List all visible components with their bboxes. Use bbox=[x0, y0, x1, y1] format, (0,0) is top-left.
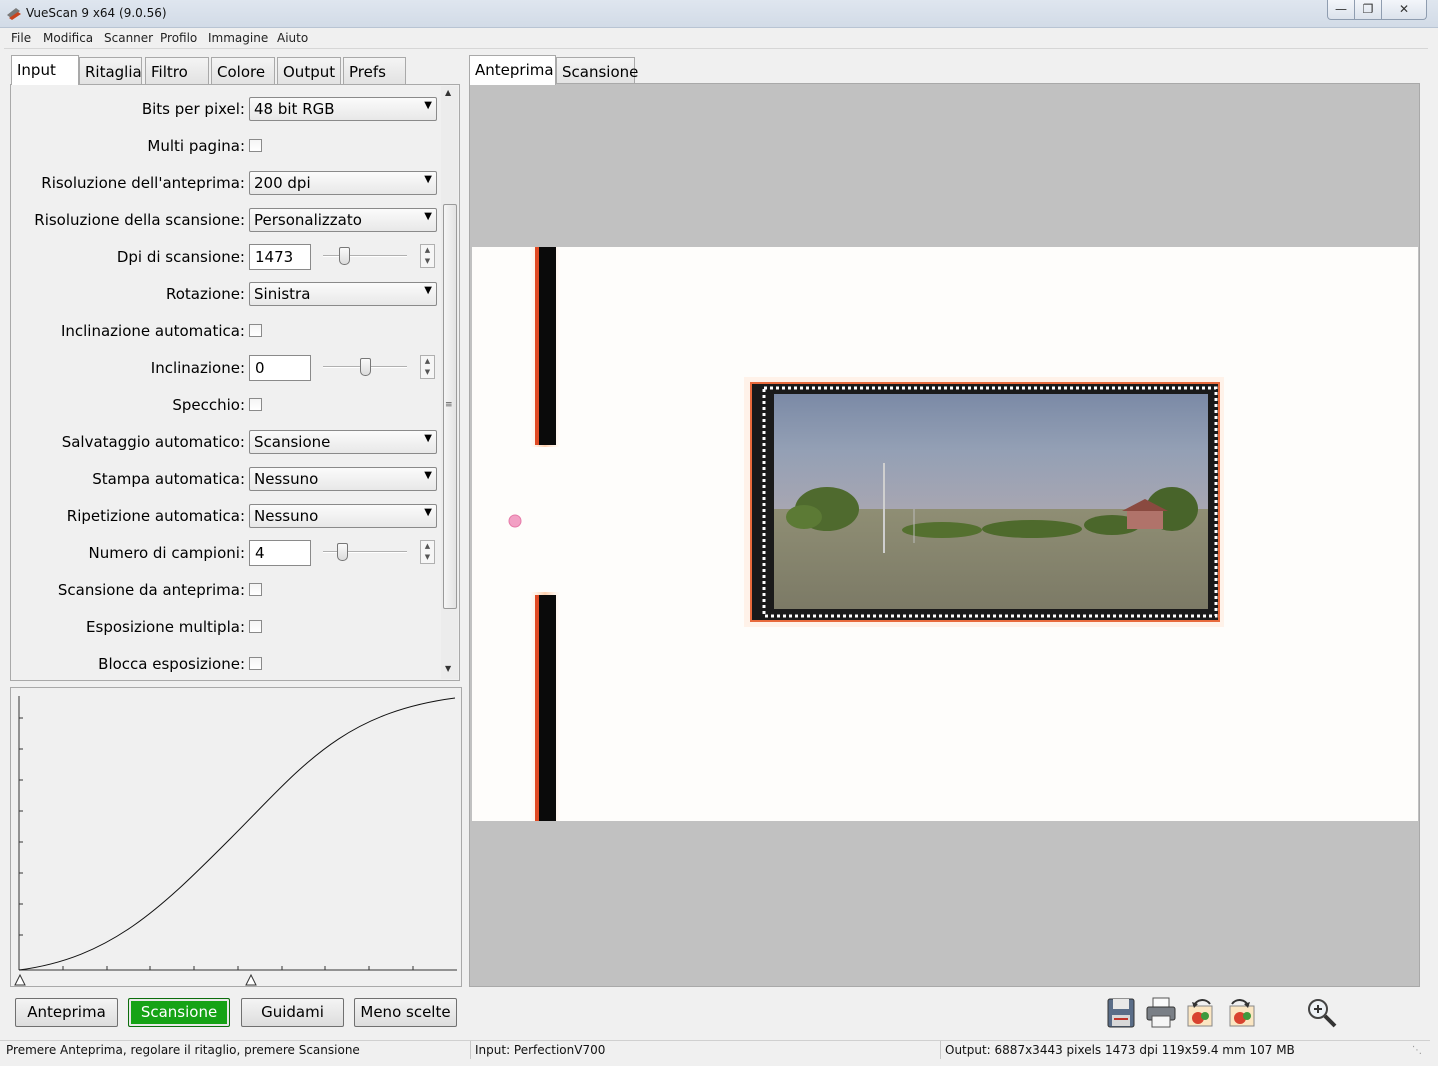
chevron-down-icon: ▼ bbox=[424, 211, 432, 222]
tab-filtro[interactable]: Filtro bbox=[145, 57, 209, 84]
scan-resolution-value: Personalizzato bbox=[254, 211, 362, 229]
dpi-slider-track bbox=[323, 255, 407, 257]
preview-button[interactable]: Anteprima bbox=[15, 998, 118, 1027]
menu-scanner[interactable]: Scanner bbox=[104, 31, 153, 45]
samples-slider-thumb[interactable] bbox=[337, 543, 348, 561]
chevron-down-icon: ▼ bbox=[424, 174, 432, 185]
lock-exposure-label: Blocca esposizione: bbox=[98, 655, 245, 673]
print-icon[interactable] bbox=[1144, 996, 1178, 1030]
chevron-down-icon: ▼ bbox=[424, 433, 432, 444]
scan-from-preview-label: Scansione da anteprima: bbox=[57, 581, 245, 599]
auto-print-select[interactable]: Nessuno ▼ bbox=[249, 467, 437, 491]
bits-value: 48 bit RGB bbox=[254, 100, 335, 118]
samples-spinner[interactable]: ▲ ▼ bbox=[420, 540, 435, 564]
auto-save-value: Scansione bbox=[254, 433, 331, 451]
auto-print-label: Stampa automatica: bbox=[92, 470, 245, 488]
auto-skew-label: Inclinazione automatica: bbox=[60, 322, 245, 340]
scroll-up-icon[interactable]: ▲ bbox=[445, 88, 451, 97]
rotation-value: Sinistra bbox=[254, 285, 311, 303]
minimize-button[interactable]: — bbox=[1327, 0, 1355, 20]
tab-scansione[interactable]: Scansione bbox=[556, 57, 638, 84]
preview-resolution-select[interactable]: 200 dpi ▼ bbox=[249, 171, 437, 195]
preview-resolution-value: 200 dpi bbox=[254, 174, 311, 192]
skew-input[interactable]: 0 bbox=[249, 355, 311, 381]
title-bar bbox=[0, 0, 1438, 28]
multi-page-label: Multi pagina: bbox=[147, 137, 245, 155]
fewer-options-button[interactable]: Meno scelte bbox=[354, 998, 457, 1027]
auto-repeat-select[interactable]: Nessuno ▼ bbox=[249, 504, 437, 528]
preview-resolution-label: Risoluzione dell'anteprima: bbox=[41, 174, 245, 192]
samples-input[interactable]: 4 bbox=[249, 540, 311, 566]
auto-skew-checkbox[interactable] bbox=[249, 324, 262, 337]
multi-page-checkbox[interactable] bbox=[249, 139, 262, 152]
scroll-down-icon[interactable]: ▼ bbox=[445, 664, 451, 673]
tab-output[interactable]: Output bbox=[277, 57, 341, 84]
mirror-label: Specchio: bbox=[172, 396, 245, 414]
chevron-down-icon: ▼ bbox=[424, 285, 432, 296]
grip-icon: ≡ bbox=[445, 400, 453, 410]
tab-anteprima[interactable]: Anteprima bbox=[469, 55, 556, 85]
lock-exposure-checkbox[interactable] bbox=[249, 657, 262, 670]
zoom-icon[interactable] bbox=[1304, 996, 1338, 1030]
skew-spinner[interactable]: ▲ ▼ bbox=[420, 355, 435, 379]
save-icon[interactable] bbox=[1104, 996, 1138, 1030]
tab-input[interactable]: Input bbox=[11, 55, 79, 85]
chevron-down-icon: ▼ bbox=[424, 100, 432, 111]
skew-label: Inclinazione: bbox=[150, 359, 245, 377]
scan-resolution-select[interactable]: Personalizzato ▼ bbox=[249, 208, 437, 232]
multi-exposure-checkbox[interactable] bbox=[249, 620, 262, 633]
auto-save-select[interactable]: Scansione ▼ bbox=[249, 430, 437, 454]
skew-slider-thumb[interactable] bbox=[360, 358, 371, 376]
samples-label: Numero di campioni: bbox=[88, 544, 245, 562]
status-output: Output: 6887x3443 pixels 1473 dpi 119x59… bbox=[945, 1043, 1295, 1057]
menu-modifica[interactable]: Modifica bbox=[43, 31, 93, 45]
tab-prefs[interactable]: Prefs bbox=[343, 57, 406, 84]
close-button[interactable]: ✕ bbox=[1381, 0, 1427, 20]
rotation-label: Rotazione: bbox=[165, 285, 245, 303]
scan-button[interactable]: Scansione bbox=[128, 998, 230, 1027]
chevron-down-icon: ▼ bbox=[424, 507, 432, 518]
auto-repeat-value: Nessuno bbox=[254, 507, 319, 525]
auto-repeat-label: Ripetizione automatica: bbox=[66, 507, 245, 525]
tab-colore[interactable]: Colore bbox=[211, 57, 275, 84]
menu-file[interactable]: File bbox=[11, 31, 31, 45]
menu-profilo[interactable]: Profilo bbox=[160, 31, 197, 45]
dpi-spinner[interactable]: ▲ ▼ bbox=[420, 244, 435, 268]
status-input: Input: PerfectionV700 bbox=[475, 1043, 606, 1057]
restore-button[interactable]: ❐ bbox=[1354, 0, 1382, 20]
menu-aiuto[interactable]: Aiuto bbox=[277, 31, 308, 45]
auto-print-value: Nessuno bbox=[254, 470, 319, 488]
bits-select[interactable]: 48 bit RGB ▼ bbox=[249, 97, 437, 121]
multi-exposure-label: Esposizione multipla: bbox=[86, 618, 245, 636]
guide-button[interactable]: Guidami bbox=[241, 998, 344, 1027]
app-icon bbox=[7, 8, 21, 20]
samples-slider-track bbox=[323, 551, 407, 553]
chevron-down-icon: ▼ bbox=[424, 470, 432, 481]
dpi-input[interactable]: 1473 bbox=[249, 244, 311, 270]
dpi-label: Dpi di scansione: bbox=[116, 248, 245, 266]
rotate-right-icon[interactable] bbox=[1224, 996, 1258, 1030]
bits-label: Bits per pixel: bbox=[141, 100, 245, 118]
window-title: VueScan 9 x64 (9.0.56) bbox=[26, 6, 167, 20]
dpi-slider-thumb[interactable] bbox=[339, 247, 350, 265]
menu-immagine[interactable]: Immagine bbox=[208, 31, 268, 45]
status-divider bbox=[470, 1041, 471, 1059]
rotation-select[interactable]: Sinistra ▼ bbox=[249, 282, 437, 306]
status-hint: Premere Anteprima, regolare il ritaglio,… bbox=[6, 1043, 360, 1057]
preview-image[interactable] bbox=[472, 247, 1418, 821]
resize-grip-icon[interactable]: ⋱ bbox=[1412, 1045, 1422, 1056]
tab-ritaglia[interactable]: Ritaglia bbox=[79, 57, 142, 84]
auto-save-label: Salvataggio automatico: bbox=[61, 433, 245, 451]
tone-curve-graph bbox=[14, 696, 457, 986]
scan-resolution-label: Risoluzione della scansione: bbox=[34, 211, 245, 229]
mirror-checkbox[interactable] bbox=[249, 398, 262, 411]
scan-from-preview-checkbox[interactable] bbox=[249, 583, 262, 596]
rotate-left-icon[interactable] bbox=[1184, 996, 1218, 1030]
status-divider bbox=[940, 1041, 941, 1059]
